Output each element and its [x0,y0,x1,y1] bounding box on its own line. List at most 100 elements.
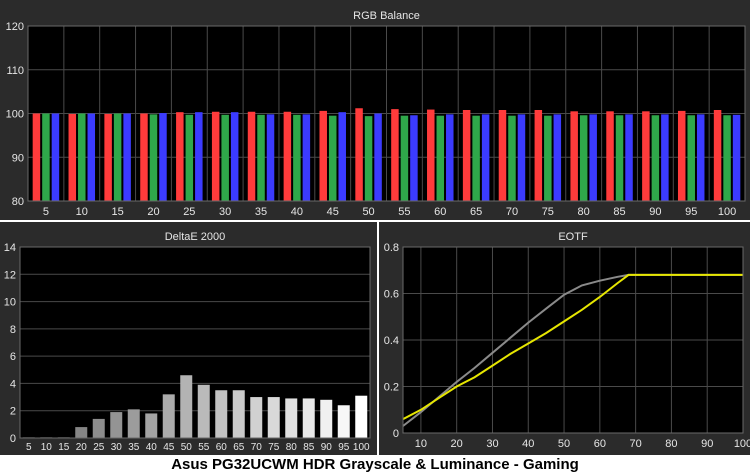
rgb-bar-blue [338,112,346,201]
rgb-bar-green [687,115,695,201]
eotf-xtick-label: 20 [451,438,463,450]
rgb-bar-red [211,111,220,201]
rgb-xtick-label: 95 [685,206,697,218]
rgb-bar-red [140,113,148,201]
rgb-bar-blue [553,114,562,201]
eotf-xtick-label: 10 [415,438,427,450]
deltae-bar [302,398,315,438]
rgb-xtick-label: 75 [542,206,554,218]
deltae-bar [127,409,140,438]
rgb-bar-red [427,109,435,201]
deltae-bar [145,413,158,438]
deltae-xtick-label: 55 [198,442,210,453]
rgb-bar-green [508,115,516,201]
deltae-bar [197,384,210,438]
rgb-xtick-label: 100 [718,206,736,218]
rgb-xtick-label: 45 [327,206,339,218]
eotf-xtick-label: 50 [558,438,570,450]
deltae-bar [75,427,88,438]
rgb-bar-green [472,115,480,201]
rgb-bar-blue [410,115,418,201]
rgb-xtick-label: 90 [649,206,661,218]
rgb-bar-red [355,108,363,201]
rgb-bar-blue [661,114,669,201]
rgb-xtick-label: 80 [578,206,590,218]
rgb-bar-green [544,115,552,201]
rgb-ytick-label: 120 [6,21,24,33]
rgb-bar-red [713,110,722,201]
rgb-xtick-label: 20 [147,206,159,218]
deltae-xtick-label: 25 [93,442,105,453]
deltae-ytick-label: 8 [10,324,16,336]
rgb-ytick-label: 80 [12,196,24,208]
rgb-bar-green [113,113,122,201]
deltae-ytick-label: 14 [4,242,16,254]
rgb-bar-red [176,112,184,201]
deltae-bar [232,390,245,438]
rgb-bar-green [149,114,158,201]
rgb-bar-green [257,114,265,201]
deltae-xtick-label: 60 [216,442,228,453]
rgb-bar-green [579,115,588,201]
rgb-bar-green [221,114,229,201]
rgb-bar-blue [87,113,96,201]
rgb-bar-red [68,113,77,201]
deltae-bar [162,394,175,438]
deltae-bar [92,418,105,438]
rgb-bar-red [319,110,327,201]
deltae-bar [285,398,298,438]
rgb-bar-green [400,115,409,201]
rgb-bar-blue [195,112,203,201]
deltae-xtick-label: 40 [146,442,158,453]
rgb-bar-blue [589,114,597,201]
eotf-xtick-label: 100 [734,438,750,450]
rgb-xtick-label: 30 [219,206,231,218]
rgb-xtick-label: 40 [291,206,303,218]
eotf-ytick-label: 0 [393,428,399,440]
rgb-xtick-label: 35 [255,206,267,218]
deltae-bar [250,397,263,438]
rgb-bar-green [185,114,194,201]
rgb-bar-blue [446,114,454,201]
deltae-xtick-label: 15 [58,442,70,453]
rgb-bar-red [534,110,543,201]
rgb-bar-green [723,115,731,201]
deltae-xtick-label: 70 [251,442,263,453]
rgb-bar-red [677,110,686,201]
eotf-xtick-label: 80 [665,438,677,450]
deltae-xtick-label: 5 [26,442,32,453]
deltae-xtick-label: 75 [268,442,280,453]
deltae-bar [337,405,350,438]
deltae-xtick-label: 90 [321,442,333,453]
rgb-xtick-label: 55 [398,206,410,218]
eotf-ytick-label: 0.2 [384,382,399,394]
rgb-balance-title: RGB Balance [353,10,420,22]
rgb-bar-green [78,113,86,201]
rgb-xtick-label: 60 [434,206,446,218]
rgb-bar-blue [732,114,741,201]
deltae-ytick-label: 2 [10,406,16,418]
rgb-bar-blue [517,114,526,201]
deltae-ytick-label: 4 [10,378,16,390]
rgb-xtick-label: 5 [43,206,49,218]
rgb-xtick-label: 15 [112,206,124,218]
charts-svg: RGB Balance80901001101205 10 15 20 25 30 35 40 4… [0,0,750,455]
rgb-ytick-label: 100 [6,109,24,121]
deltae-xtick-label: 30 [111,442,123,453]
deltae-xtick-label: 35 [128,442,140,453]
deltae-xtick-label: 100 [353,442,370,453]
deltae-xtick-label: 10 [41,442,53,453]
deltae-bar [215,390,228,438]
rgb-ytick-label: 110 [6,65,24,77]
eotf-xtick-label: 90 [701,438,713,450]
rgb-xtick-label: 10 [76,206,88,218]
rgb-bar-green [651,115,660,201]
rgb-bar-blue [123,113,131,201]
eotf-ytick-label: 0.8 [384,242,399,254]
rgb-bar-green [436,115,445,201]
rgb-xtick-label: 65 [470,206,482,218]
deltae-xtick-label: 45 [163,442,175,453]
eotf-ytick-label: 0.6 [384,289,399,301]
deltae-bar [180,375,193,438]
eotf-xtick-label: 40 [522,438,534,450]
